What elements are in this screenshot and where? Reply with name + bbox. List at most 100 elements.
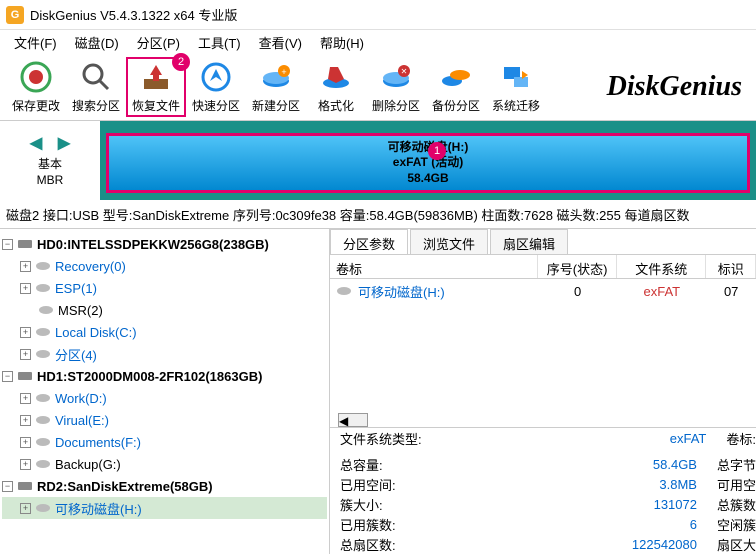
tool-label: 快速分区 <box>192 97 240 114</box>
brand-logo: DiskGenius <box>607 71 750 103</box>
tree-partition[interactable]: +分区(4) <box>2 343 327 365</box>
partition-icon <box>35 258 51 274</box>
detail-value: 58.4GB <box>607 457 707 472</box>
partition-icon <box>35 280 51 296</box>
td-fs: exFAT <box>617 282 706 301</box>
recover-files-button[interactable]: 2 恢复文件 <box>126 57 186 117</box>
svg-text:+: + <box>281 67 286 77</box>
tree-partition[interactable]: +Local Disk(C:) <box>2 321 327 343</box>
td-seq: 0 <box>538 282 617 301</box>
prev-disk-button[interactable]: ◀ <box>23 133 49 153</box>
tree-partition-selected[interactable]: +可移动磁盘(H:) <box>2 497 327 519</box>
partition-icon <box>35 390 51 406</box>
menu-disk[interactable]: 磁盘(D) <box>67 31 127 54</box>
tree-partition[interactable]: MSR(2) <box>2 299 327 321</box>
tool-label: 保存更改 <box>12 97 60 114</box>
partition-block[interactable]: 1 可移动磁盘(H:) exFAT (活动) 58.4GB <box>106 133 750 193</box>
tree-partition[interactable]: +Recovery(0) <box>2 255 327 277</box>
new-partition-button[interactable]: + 新建分区 <box>246 57 306 117</box>
vol-label: 卷标: <box>716 429 756 448</box>
quick-partition-button[interactable]: 快速分区 <box>186 57 246 117</box>
disk-icon <box>17 368 33 384</box>
tree-partition[interactable]: +Backup(G:) <box>2 453 327 475</box>
tree-partition[interactable]: +ESP(1) <box>2 277 327 299</box>
menu-file[interactable]: 文件(F) <box>6 31 65 54</box>
badge-1: 1 <box>428 142 446 160</box>
menu-view[interactable]: 查看(V) <box>251 31 310 54</box>
expand-icon[interactable]: + <box>20 393 31 404</box>
tree-partition[interactable]: +Work(D:) <box>2 387 327 409</box>
tree-disk-rd2[interactable]: − RD2:SanDiskExtreme(58GB) <box>2 475 327 497</box>
tool-label: 系统迁移 <box>492 97 540 114</box>
table-scroll-area: ◀ <box>330 303 756 427</box>
tree-partition[interactable]: +Documents(F:) <box>2 431 327 453</box>
tree-partition[interactable]: +Virual(E:) <box>2 409 327 431</box>
disk-map: ◀ ▶ 基本MBR 1 可移动磁盘(H:) exFAT (活动) 58.4GB <box>0 120 756 200</box>
delete-partition-button[interactable]: ✕ 删除分区 <box>366 57 426 117</box>
horizontal-scrollbar[interactable]: ◀ <box>338 413 368 427</box>
fs-type-label: 文件系统类型: <box>330 429 450 448</box>
table-row[interactable]: 可移动磁盘(H:) 0 exFAT 07 <box>330 279 756 303</box>
partition-icon <box>38 302 54 318</box>
expand-icon[interactable]: + <box>20 283 31 294</box>
detail-extra: 扇区大 <box>707 535 756 554</box>
detail-value: 6 <box>607 517 707 532</box>
disk-type-label: 基本MBR <box>37 157 64 188</box>
detail-extra: 总字节 <box>707 455 756 474</box>
expand-icon[interactable]: + <box>20 437 31 448</box>
tab-browse-files[interactable]: 浏览文件 <box>410 229 488 254</box>
menu-partition[interactable]: 分区(P) <box>129 31 188 54</box>
backup-partition-button[interactable]: 备份分区 <box>426 57 486 117</box>
tab-sector-edit[interactable]: 扇区编辑 <box>490 229 568 254</box>
backup-icon <box>440 61 472 93</box>
recover-icon <box>140 61 172 93</box>
menu-help[interactable]: 帮助(H) <box>312 31 372 54</box>
search-partition-button[interactable]: 搜索分区 <box>66 57 126 117</box>
tool-label: 格式化 <box>318 97 354 114</box>
expand-icon[interactable]: + <box>20 327 31 338</box>
detail-label: 已用簇数: <box>330 515 450 534</box>
collapse-icon[interactable]: − <box>2 371 13 382</box>
th-fs[interactable]: 文件系统 <box>617 255 706 278</box>
th-flag[interactable]: 标识 <box>706 255 756 278</box>
collapse-icon[interactable]: − <box>2 239 13 250</box>
expand-icon[interactable]: + <box>20 261 31 272</box>
tool-label: 备份分区 <box>432 97 480 114</box>
quick-partition-icon <box>200 61 232 93</box>
expand-icon[interactable]: + <box>20 503 31 514</box>
partition-icon <box>35 324 51 340</box>
tool-label: 搜索分区 <box>72 97 120 114</box>
disk-map-nav: ◀ ▶ 基本MBR <box>0 121 100 200</box>
format-button[interactable]: 格式化 <box>306 57 366 117</box>
partition-area: 1 可移动磁盘(H:) exFAT (活动) 58.4GB <box>100 121 756 200</box>
menu-tools[interactable]: 工具(T) <box>190 31 249 54</box>
tree-disk-hd0[interactable]: − HD0:INTELSSDPEKKW256G8(238GB) <box>2 233 327 255</box>
expand-icon[interactable]: + <box>20 459 31 470</box>
tool-label: 恢复文件 <box>132 97 180 114</box>
td-flag: 07 <box>706 282 756 301</box>
disk-tree: − HD0:INTELSSDPEKKW256G8(238GB) +Recover… <box>0 229 330 554</box>
svg-text:✕: ✕ <box>401 67 408 76</box>
detail-value: 122542080 <box>607 537 707 552</box>
tool-label: 新建分区 <box>252 97 300 114</box>
detail-value: 3.8MB <box>607 477 707 492</box>
tab-partition-params[interactable]: 分区参数 <box>330 229 408 254</box>
tool-label: 删除分区 <box>372 97 420 114</box>
next-disk-button[interactable]: ▶ <box>51 133 77 153</box>
save-icon <box>20 61 52 93</box>
detail-extra: 总簇数 <box>707 495 756 514</box>
window-title: DiskGenius V5.4.3.1322 x64 专业版 <box>30 5 237 24</box>
th-seq[interactable]: 序号(状态) <box>538 255 617 278</box>
tree-disk-hd1[interactable]: − HD1:ST2000DM008-2FR102(1863GB) <box>2 365 327 387</box>
search-icon <box>80 61 112 93</box>
th-volume[interactable]: 卷标 <box>330 255 538 278</box>
partition-icon <box>35 434 51 450</box>
expand-icon[interactable]: + <box>20 415 31 426</box>
new-partition-icon: + <box>260 61 292 93</box>
save-changes-button[interactable]: 保存更改 <box>6 57 66 117</box>
migrate-icon <box>500 61 532 93</box>
expand-icon[interactable]: + <box>20 349 31 360</box>
delete-partition-icon: ✕ <box>380 61 412 93</box>
system-migration-button[interactable]: 系统迁移 <box>486 57 546 117</box>
collapse-icon[interactable]: − <box>2 481 13 492</box>
